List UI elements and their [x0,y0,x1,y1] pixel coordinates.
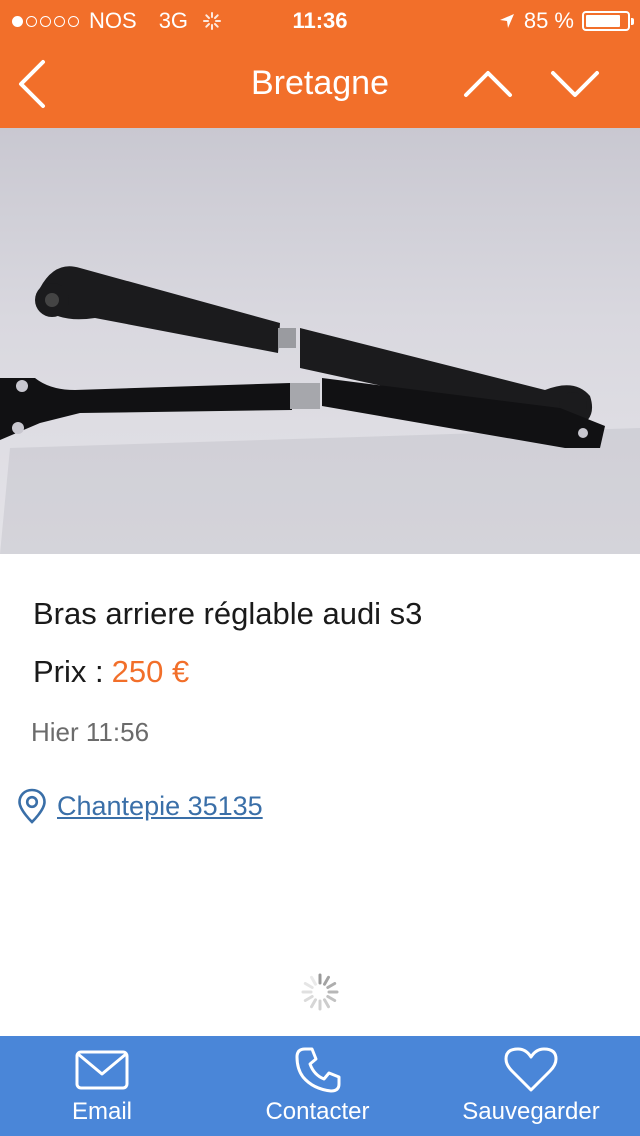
price-label: Prix : [33,654,104,689]
email-button[interactable]: Email [52,1036,152,1136]
battery-percent: 85 % [523,8,574,33]
loading-spinner-icon [301,973,339,1011]
price-row: Prix :250 € [33,654,189,690]
product-image [0,266,640,554]
price-value: 250 € [111,654,190,689]
map-pin-icon [18,788,46,824]
location-arrow-icon [499,14,514,28]
listing-title: Bras arriere réglable audi s3 [33,596,423,631]
contact-button[interactable]: Contacter [250,1036,385,1136]
phone-icon [295,1047,340,1093]
envelope-icon [75,1050,129,1090]
battery-icon [582,11,634,31]
location-row: Chantepie 35135 [17,788,263,824]
save-label: Sauvegarder [462,1098,600,1125]
bottom-action-bar: Email Contacter Sauvegarder [0,1036,640,1136]
next-listing-button[interactable] [543,52,607,116]
chevron-up-icon [464,71,512,97]
heart-icon [504,1047,558,1092]
header: NOS 3G 11:36 85 % Bretagne [0,0,640,128]
listing-photo[interactable] [0,128,640,554]
chevron-down-icon [551,71,599,97]
previous-listing-button[interactable] [456,52,520,116]
email-label: Email [71,1098,132,1125]
contact-label: Contacter [265,1098,370,1125]
location-link[interactable]: Chantepie 35135 [57,791,263,822]
navigation-bar: Bretagne [0,40,640,128]
save-button[interactable]: Sauvegarder [456,1036,606,1136]
listing-date: Hier 11:56 [31,717,150,747]
status-bar: NOS 3G 11:36 85 % [0,0,640,40]
